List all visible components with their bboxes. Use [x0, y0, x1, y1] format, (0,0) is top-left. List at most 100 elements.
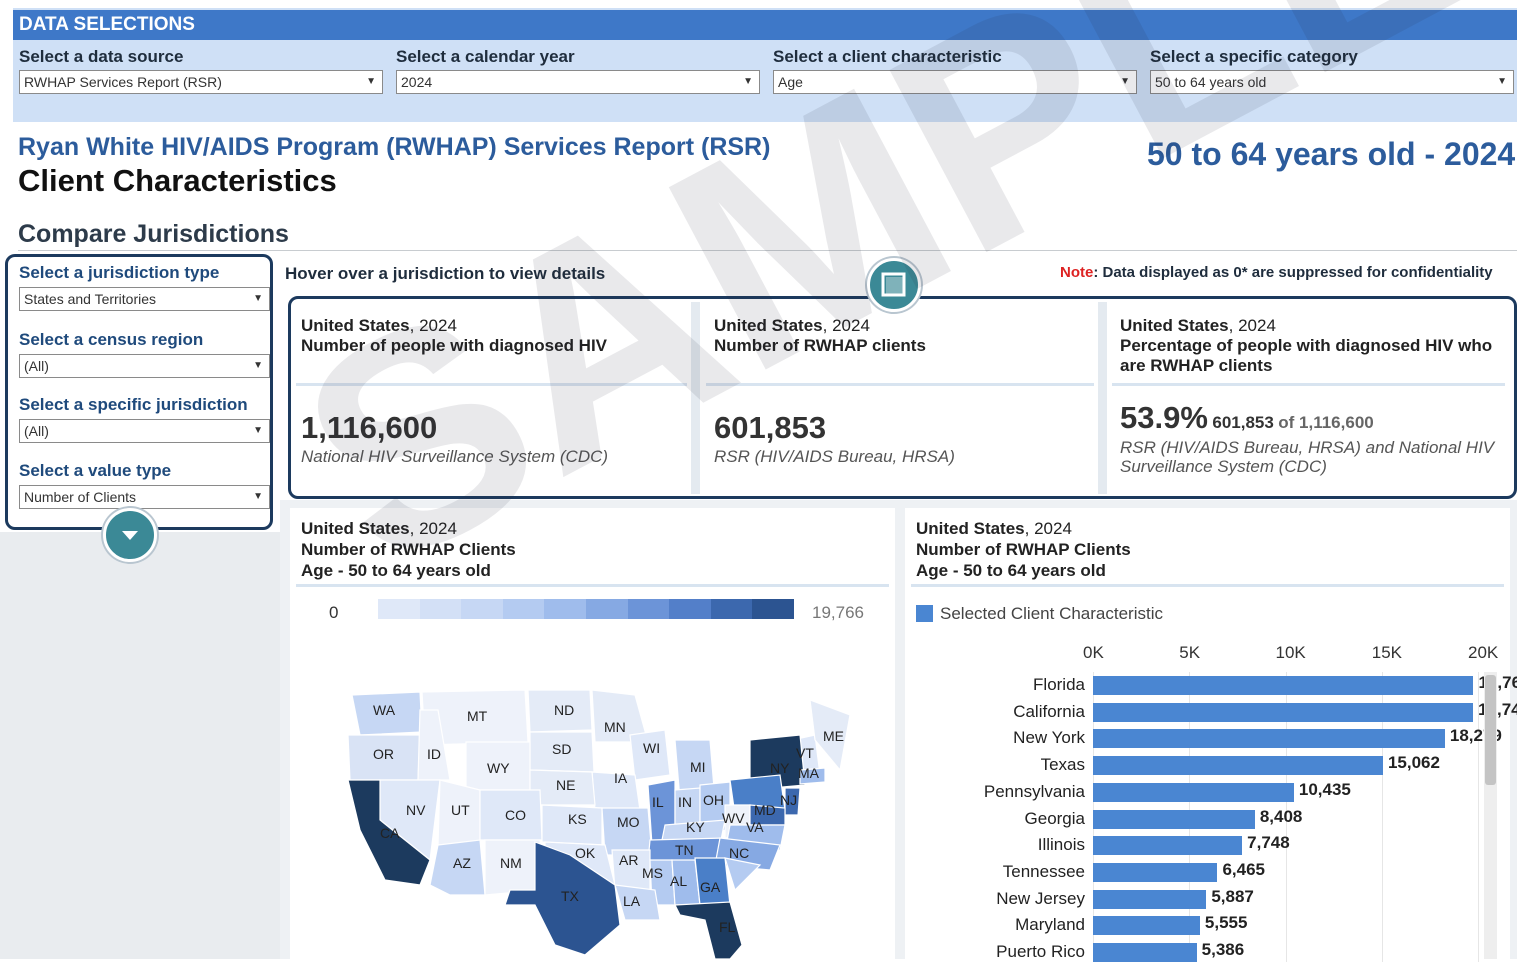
state-label-WI: WI: [643, 740, 660, 756]
census-region-select[interactable]: (All) ▼: [19, 354, 270, 378]
card-divider: [1112, 383, 1505, 386]
legend-max: 19,766: [812, 603, 864, 622]
section-title: Compare Jurisdictions: [18, 220, 289, 248]
bar-category-label: New Jersey: [996, 888, 1085, 908]
bar[interactable]: [1093, 943, 1197, 962]
suppression-note: Note: Data displayed as 0* are suppresse…: [1060, 264, 1493, 281]
bar-category-label: Puerto Rico: [996, 942, 1085, 961]
state-label-VA: VA: [746, 819, 764, 835]
expand-cards-button[interactable]: [867, 258, 921, 312]
card2-metric: Number of RWHAP clients: [714, 336, 926, 355]
card3-value: 53.9%: [1120, 400, 1208, 435]
state-label-MN: MN: [604, 719, 626, 735]
section-divider: [18, 250, 1517, 251]
note-text: : Data displayed as 0* are suppressed fo…: [1093, 264, 1493, 281]
calendar-year-label: Select a calendar year: [396, 47, 575, 66]
state-label-AR: AR: [619, 852, 638, 868]
jurisdiction-type-label: Select a jurisdiction type: [19, 263, 220, 282]
bar-value-label: 8,408: [1259, 806, 1303, 826]
state-label-WV: WV: [722, 810, 745, 826]
value-type-select[interactable]: Number of Clients ▼: [19, 485, 270, 509]
bar[interactable]: [1093, 836, 1243, 856]
state-label-NE: NE: [556, 777, 575, 793]
bar[interactable]: [1093, 809, 1255, 829]
chevron-down-icon: ▼: [253, 425, 263, 436]
state-label-MS: MS: [642, 865, 663, 881]
state-label-ID: ID: [427, 746, 441, 762]
x-tick-label: 0K: [1083, 643, 1104, 662]
client-characteristic-value: Age: [778, 74, 803, 90]
state-label-MT: MT: [467, 708, 488, 724]
data-selections-title: DATA SELECTIONS: [13, 10, 1517, 40]
scrollbar-thumb[interactable]: [1485, 675, 1496, 785]
bar-category-label: Texas: [1040, 755, 1085, 775]
bar[interactable]: [1093, 889, 1207, 909]
bar-category: Age - 50 to 64 years old: [916, 561, 1106, 580]
state-label-NC: NC: [729, 845, 749, 861]
card-divider: [296, 383, 687, 386]
bar[interactable]: [1093, 676, 1474, 695]
card3-year: , 2024: [1228, 316, 1276, 335]
card1-metric: Number of people with diagnosed HIV: [301, 336, 608, 355]
specific-jurisdiction-select[interactable]: (All) ▼: [19, 419, 270, 443]
panel-divider: [296, 584, 889, 587]
jurisdiction-type-value: States and Territories: [24, 291, 157, 307]
bar[interactable]: [1093, 729, 1445, 749]
card1-place: United States: [301, 316, 410, 335]
chevron-down-icon: ▼: [1120, 76, 1130, 87]
bar-value-label: 10,435: [1298, 779, 1351, 799]
data-source-label: Select a data source: [19, 47, 184, 66]
state-label-LA: LA: [623, 893, 641, 909]
page-title: Client Characteristics: [18, 163, 337, 198]
specific-category-select[interactable]: 50 to 64 years old ▼: [1150, 70, 1514, 94]
map-place: United States: [301, 519, 410, 538]
jurisdiction-type-select[interactable]: States and Territories ▼: [19, 287, 270, 311]
panel-divider: [911, 584, 1504, 587]
card1-source: National HIV Surveillance System (CDC): [301, 447, 609, 466]
specific-jurisdiction-value: (All): [24, 423, 49, 439]
calendar-year-select[interactable]: 2024 ▼: [396, 70, 760, 94]
card3-value-group: 53.9% 601,853 of 1,116,600: [1120, 400, 1374, 436]
map-metric: Number of RWHAP Clients: [301, 540, 516, 559]
state-label-KY: KY: [686, 819, 705, 835]
card1-header: United States, 2024 Number of people wit…: [301, 316, 686, 356]
state-label-OK: OK: [575, 845, 596, 861]
bar-value-label: 6,465: [1222, 859, 1265, 879]
us-map[interactable]: WA MT ND MN OR ID SD WI MI WY VT ME NY M…: [330, 680, 870, 959]
bar-value-label: 5,887: [1211, 886, 1254, 906]
state-label-OH: OH: [703, 792, 724, 808]
data-source-select[interactable]: RWHAP Services Report (RSR) ▼: [19, 70, 383, 94]
card2-place: United States: [714, 316, 823, 335]
state-label-GA: GA: [700, 879, 721, 895]
collapse-filters-button[interactable]: [103, 508, 157, 562]
bar[interactable]: [1093, 756, 1383, 776]
state-label-VT: VT: [796, 745, 814, 761]
chevron-down-icon: ▼: [253, 491, 263, 502]
chevron-down-icon: ▼: [253, 360, 263, 371]
state-label-TN: TN: [675, 842, 694, 858]
value-type-label: Select a value type: [19, 461, 172, 480]
bar[interactable]: [1093, 782, 1294, 802]
state-label-TX: TX: [561, 888, 580, 904]
state-label-WA: WA: [373, 702, 396, 718]
card3-metric: Percentage of people with diagnosed HIV …: [1120, 336, 1493, 375]
card1-year: , 2024: [409, 316, 457, 335]
state-label-NJ: NJ: [780, 792, 797, 808]
client-characteristic-select[interactable]: Age ▼: [773, 70, 1137, 94]
x-tick-label: 20K: [1468, 643, 1499, 662]
state-label-MI: MI: [690, 759, 706, 775]
bar[interactable]: [1093, 916, 1200, 936]
value-type-value: Number of Clients: [24, 489, 137, 505]
bar-category-label: Maryland: [1015, 915, 1085, 935]
legend-min: 0: [329, 603, 339, 622]
card-separator: [691, 302, 700, 494]
state-label-MA: MA: [798, 765, 820, 781]
state-label-CO: CO: [505, 807, 526, 823]
note-label: Note: [1060, 264, 1094, 281]
state-label-NY: NY: [770, 760, 790, 776]
state-label-OR: OR: [373, 746, 394, 762]
bar-category-label: Illinois: [1037, 835, 1085, 855]
bar[interactable]: [1093, 702, 1474, 722]
bar[interactable]: [1093, 862, 1218, 882]
bar-category-label: Florida: [1033, 675, 1085, 694]
